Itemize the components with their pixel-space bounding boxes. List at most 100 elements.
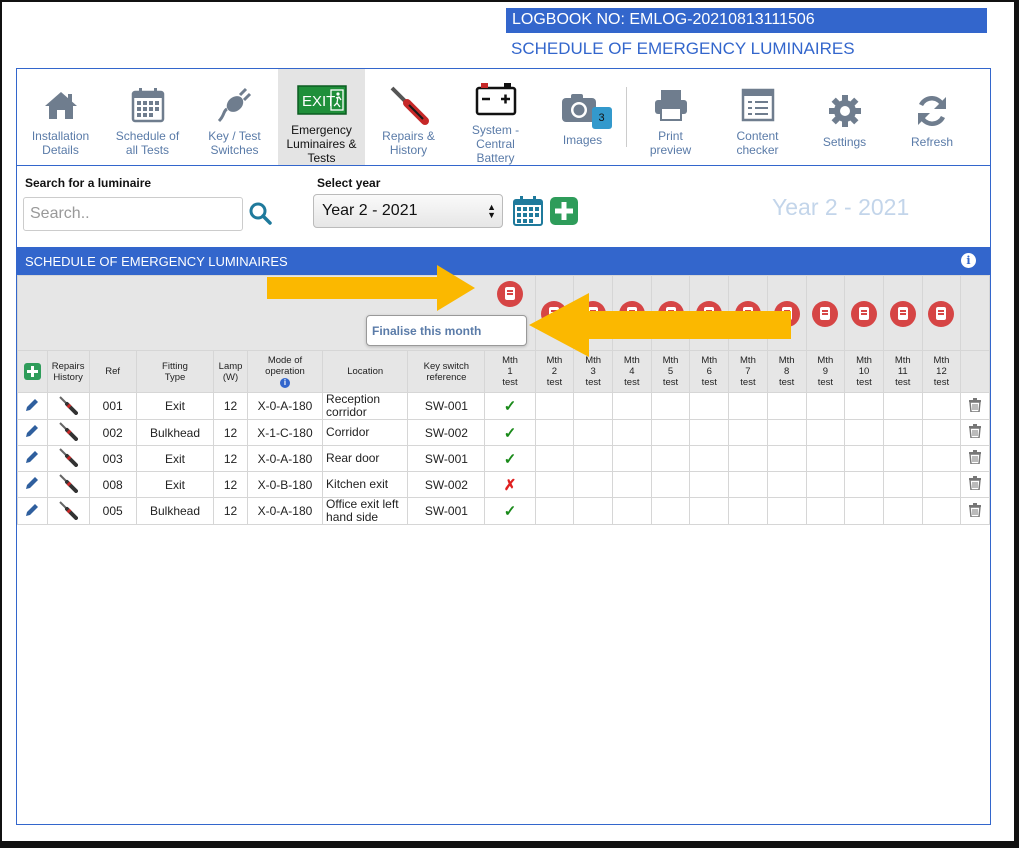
tool-settings[interactable]: Settings xyxy=(801,69,888,165)
tool-images[interactable]: 3 Images xyxy=(539,69,626,165)
month-5-result[interactable] xyxy=(650,445,691,472)
add-luminaire-button[interactable] xyxy=(23,363,41,380)
month-12-result[interactable] xyxy=(921,392,962,420)
month-11-result[interactable] xyxy=(882,471,923,498)
month-2-result[interactable] xyxy=(534,419,575,446)
month-5-result[interactable] xyxy=(650,419,691,446)
month-7-result[interactable] xyxy=(728,471,768,498)
info-icon[interactable]: i xyxy=(961,253,976,268)
screwdriver-icon[interactable] xyxy=(58,500,79,520)
month-2-result[interactable] xyxy=(534,445,575,472)
month-12-result[interactable] xyxy=(921,471,962,498)
month-1-result[interactable]: ✓ xyxy=(484,445,536,472)
screwdriver-icon[interactable] xyxy=(58,473,79,493)
month-12-result[interactable] xyxy=(921,497,962,525)
month-5-result[interactable] xyxy=(650,392,691,420)
tool-repairs-history[interactable]: Repairs & History xyxy=(365,69,452,165)
month-8-result[interactable] xyxy=(766,497,807,525)
month-4-result[interactable] xyxy=(611,471,652,498)
pencil-icon[interactable] xyxy=(25,398,39,412)
month-10-result[interactable] xyxy=(844,471,884,498)
month-9-result[interactable] xyxy=(805,419,846,446)
month-4-result[interactable] xyxy=(611,392,652,420)
month-3-result[interactable] xyxy=(573,419,613,446)
month-8-result[interactable] xyxy=(766,445,807,472)
month-9-result[interactable] xyxy=(805,392,846,420)
month-8-result[interactable] xyxy=(766,419,807,446)
month-3-result[interactable] xyxy=(573,445,613,472)
tool-key-test-switches[interactable]: Key / Test Switches xyxy=(191,69,278,165)
tool-refresh[interactable]: Refresh xyxy=(888,69,976,165)
month-11-result[interactable] xyxy=(882,497,923,525)
month-7-result[interactable] xyxy=(728,445,768,472)
tool-system-central-battery[interactable]: System - Central Battery xyxy=(452,69,539,165)
month-10-result[interactable] xyxy=(844,497,884,525)
table-body: 001 Exit 12 X-0-A-180 Reception corridor SW-0… xyxy=(17,392,990,525)
month-12-result[interactable] xyxy=(921,445,962,472)
month-7-result[interactable] xyxy=(728,392,768,420)
finalise-month-1-pdf-icon[interactable] xyxy=(496,281,523,307)
month-4-result[interactable] xyxy=(611,419,652,446)
month-10-result[interactable] xyxy=(844,419,884,446)
info-icon[interactable]: i xyxy=(279,378,290,388)
pencil-icon[interactable] xyxy=(25,476,39,490)
trash-icon[interactable] xyxy=(969,424,982,439)
screwdriver-icon[interactable] xyxy=(58,447,79,467)
search-input[interactable] xyxy=(23,197,243,231)
pdf-icon[interactable] xyxy=(928,300,955,327)
month-6-result[interactable] xyxy=(689,445,730,472)
month-1-result[interactable]: ✓ xyxy=(484,392,536,420)
month-12-result[interactable] xyxy=(921,419,962,446)
trash-icon[interactable] xyxy=(969,397,982,413)
month-2-result[interactable] xyxy=(534,497,575,525)
month-11-result[interactable] xyxy=(882,445,923,472)
month-2-result[interactable] xyxy=(534,392,575,420)
month-8-result[interactable] xyxy=(766,392,807,420)
screwdriver-icon[interactable] xyxy=(58,395,79,415)
month-6-result[interactable] xyxy=(689,419,730,446)
search-icon[interactable] xyxy=(248,201,272,230)
trash-icon[interactable] xyxy=(969,476,982,491)
month-9-result[interactable] xyxy=(805,497,846,525)
trash-icon[interactable] xyxy=(969,502,982,518)
month-9-result[interactable] xyxy=(805,445,846,472)
tool-schedule-of-all-tests[interactable]: Schedule of all Tests xyxy=(104,69,191,165)
trash-icon[interactable] xyxy=(969,450,982,465)
month-6-result[interactable] xyxy=(689,497,730,525)
tool-content-checker[interactable]: Content checker xyxy=(714,69,801,165)
month-4-result[interactable] xyxy=(611,497,652,525)
month-10-result[interactable] xyxy=(844,392,884,420)
month-5-result[interactable] xyxy=(650,497,691,525)
tool-installation-details[interactable]: Installation Details xyxy=(17,69,104,165)
month-6-result[interactable] xyxy=(689,471,730,498)
screwdriver-icon[interactable] xyxy=(58,421,79,441)
year-select[interactable]: Year 2 - 2021 ▲ ▼ xyxy=(313,194,503,228)
month-7-result[interactable] xyxy=(728,497,768,525)
month-3-result[interactable] xyxy=(573,392,613,420)
month-11-result[interactable] xyxy=(882,392,923,420)
pencil-icon[interactable] xyxy=(25,424,39,438)
month-7-result[interactable] xyxy=(728,419,768,446)
month-2-result[interactable] xyxy=(534,471,575,498)
month-11-result[interactable] xyxy=(882,419,923,446)
pdf-icon[interactable] xyxy=(889,300,916,327)
month-5-result[interactable] xyxy=(650,471,691,498)
month-8-result[interactable] xyxy=(766,471,807,498)
tool-print-preview[interactable]: Print preview xyxy=(627,69,714,165)
month-3-result[interactable] xyxy=(573,471,613,498)
pencil-icon[interactable] xyxy=(25,450,39,464)
pdf-icon[interactable] xyxy=(851,300,878,327)
month-9-result[interactable] xyxy=(805,471,846,498)
month-4-result[interactable] xyxy=(611,445,652,472)
pdf-icon[interactable] xyxy=(812,300,839,327)
month-3-result[interactable] xyxy=(573,497,613,525)
calendar-icon[interactable] xyxy=(513,196,543,231)
month-10-result[interactable] xyxy=(844,445,884,472)
month-1-result[interactable]: ✗ xyxy=(484,471,536,498)
add-year-button[interactable] xyxy=(550,197,578,225)
month-6-result[interactable] xyxy=(689,392,730,420)
tool-emergency-luminaires[interactable]: EXIT Emergency Luminaires & Tests xyxy=(278,69,365,165)
month-1-result[interactable]: ✓ xyxy=(484,419,536,446)
month-1-result[interactable]: ✓ xyxy=(484,497,536,525)
pencil-icon[interactable] xyxy=(25,503,39,517)
